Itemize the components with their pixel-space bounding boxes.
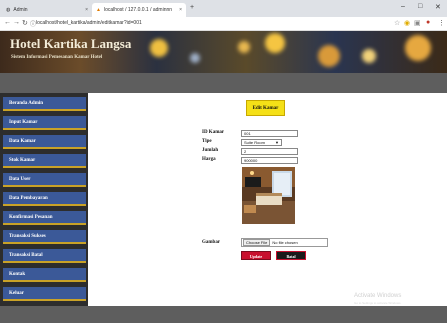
tab-label: Admin xyxy=(13,7,28,13)
admin-sidebar: Beranda Admin Input Kamar Data Kamar Sto… xyxy=(0,93,88,306)
sidebar-item-kontak[interactable]: Kontak xyxy=(3,268,86,282)
minimize-icon[interactable]: – xyxy=(401,3,405,10)
reload-icon[interactable]: ↻ xyxy=(22,19,28,27)
tab-label: localhost / 127.0.0.1 / adminnn xyxy=(103,7,173,13)
sidebar-item-data-pembayaran[interactable]: Data Pembayaran xyxy=(3,192,86,206)
tipe-selected-value: Suite Room xyxy=(244,140,265,145)
close-window-icon[interactable]: ✕ xyxy=(435,3,441,11)
activate-windows-hint: Go to Settings to activate Windows. xyxy=(354,301,402,305)
hotel-room-image xyxy=(242,167,295,224)
back-icon[interactable]: ← xyxy=(4,19,11,26)
id-kamar-input[interactable]: 001 xyxy=(241,130,298,137)
close-tab-icon[interactable]: × xyxy=(179,7,182,13)
phpmyadmin-icon: ▲ xyxy=(96,7,101,13)
file-status: No file chosen xyxy=(272,240,298,245)
browser-tab-admin[interactable]: ◍ Admin × xyxy=(2,3,92,17)
batal-button[interactable]: Batal xyxy=(276,251,306,260)
profile-avatar-icon[interactable]: ● xyxy=(426,19,430,26)
jumlah-input[interactable]: 2 xyxy=(241,148,298,155)
bokeh-light xyxy=(265,33,285,53)
activate-windows-watermark: Activate Windows xyxy=(354,293,402,299)
header-divider-strip xyxy=(0,73,447,93)
browser-tab-phpmyadmin[interactable]: ▲ localhost / 127.0.0.1 / adminnn × xyxy=(92,3,186,17)
bokeh-light xyxy=(150,39,168,57)
extension-icon[interactable]: ▣ xyxy=(414,19,421,27)
edit-kamar-panel: Edit Kamar ID Kamar 001 Tipe Suite Room … xyxy=(88,93,447,306)
bokeh-light xyxy=(362,49,376,63)
close-tab-icon[interactable]: × xyxy=(85,7,88,13)
sidebar-item-transaksi-sukses[interactable]: Transaksi Sukses xyxy=(3,230,86,244)
sidebar-item-input-kamar[interactable]: Input Kamar xyxy=(3,116,86,130)
hotel-header-banner: Hotel Kartika Langsa Sistem Informasi Pe… xyxy=(0,31,447,73)
sidebar-item-beranda-admin[interactable]: Beranda Admin xyxy=(3,97,86,111)
update-button[interactable]: Update xyxy=(241,251,271,260)
hotel-subtitle: Sistem Informasi Pemesanan Kamar Hotel xyxy=(11,55,103,60)
url-field[interactable]: localhost/hotel_kartika/admin/editkamar?… xyxy=(36,20,142,26)
gambar-file-input[interactable]: Choose File No file chosen xyxy=(241,238,328,247)
jumlah-label: Jumlah xyxy=(202,148,219,153)
bokeh-light xyxy=(318,45,340,67)
sidebar-item-keluar[interactable]: Keluar xyxy=(3,287,86,301)
harga-input[interactable]: 900000 xyxy=(241,157,298,164)
new-tab-icon[interactable]: + xyxy=(190,4,194,11)
sidebar-item-data-kamar[interactable]: Data Kamar xyxy=(3,135,86,149)
page-footer xyxy=(0,306,447,323)
menu-dots-icon[interactable]: ⋮ xyxy=(438,19,445,27)
tipe-select[interactable]: Suite Room ▼ xyxy=(241,139,282,146)
sidebar-item-data-user[interactable]: Data User xyxy=(3,173,86,187)
hotel-title: Hotel Kartika Langsa xyxy=(10,36,132,51)
tipe-label: Tipe xyxy=(202,139,212,144)
page-title: Edit Kamar xyxy=(246,100,285,116)
gambar-label: Gambar xyxy=(202,240,221,245)
harga-label: Harga xyxy=(202,157,216,162)
star-icon[interactable]: ☆ xyxy=(394,19,400,27)
browser-tab-bar: ◍ Admin × ▲ localhost / 127.0.0.1 / admi… xyxy=(0,0,447,17)
room-photo xyxy=(242,167,295,224)
maximize-icon[interactable]: □ xyxy=(418,3,422,10)
sidebar-item-stok-kamar[interactable]: Stok Kamar xyxy=(3,154,86,168)
sidebar-item-konfirmasi-pesanan[interactable]: Konfirmasi Pesanan xyxy=(3,211,86,225)
sidebar-item-transaksi-batal[interactable]: Transaksi Batal xyxy=(3,249,86,263)
bokeh-light xyxy=(190,53,200,63)
forward-icon[interactable]: → xyxy=(13,19,20,26)
choose-file-button[interactable]: Choose File xyxy=(243,239,271,246)
bokeh-light xyxy=(238,41,250,53)
globe-icon: ◍ xyxy=(6,7,11,13)
chevron-down-icon: ▼ xyxy=(275,140,279,145)
address-bar: ← → ↻ ⓘ localhost/hotel_kartika/admin/ed… xyxy=(0,17,447,31)
extension-icon[interactable]: ◉ xyxy=(404,19,410,27)
bokeh-light xyxy=(405,35,431,61)
id-kamar-label: ID Kamar xyxy=(202,130,225,135)
